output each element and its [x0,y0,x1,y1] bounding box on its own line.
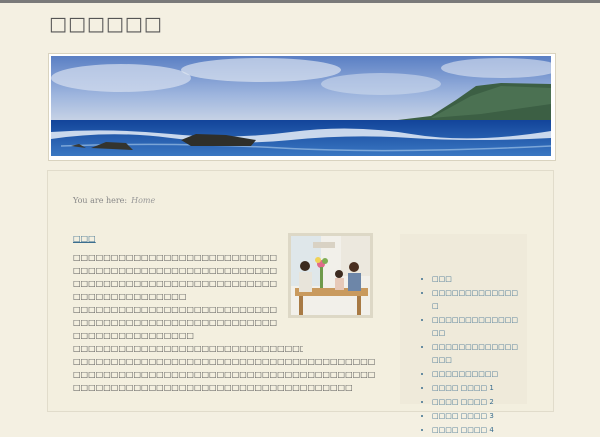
sidebar-link-1[interactable]: □□□ [432,272,524,286]
breadcrumb-home-link[interactable]: Home [131,196,155,205]
entry-paragraph-3: □□□□□□□□□□□□□□□□□□□□□□□□□□□□□□□ [73,344,303,353]
entry-paragraph-4: □□□□□□□□□□□□□□□□□□□□□□□□□□□□□□□□□□□□□□□□… [73,357,376,392]
sidebar-link-5[interactable]: □□□□□□□□□□ [432,367,524,381]
entry-paragraph-2: □□□□□□□□□□□□□□□□□□□□□□□□□□□□□□□□□□□□□□□□… [73,305,278,340]
sidebar-link-2[interactable]: □□□□□□□□□□□□□□ [432,286,524,313]
header-banner-image [48,53,556,161]
family-photo-image [291,236,370,315]
breadcrumb-prefix: You are here: [73,196,128,205]
sidebar: □□□ □□□□□□□□□□□□□□ □□□□□□□□□□□□□□□ □□□□□… [400,234,527,434]
site-title[interactable]: □□□□□□ [49,13,163,35]
sidebar-link-6[interactable]: □□□□ □□□□ 1 [432,381,524,395]
entry-paragraph-1: □□□□□□□□□□□□□□□□□□□□□□□□□□□□□□□□□□□□□□□□… [73,253,278,301]
entry-title[interactable]: □□□ [73,234,96,243]
top-bar [0,0,600,3]
family-photo [288,233,373,318]
sidebar-link-list: □□□ □□□□□□□□□□□□□□ □□□□□□□□□□□□□□□ □□□□□… [432,272,524,437]
breadcrumb: You are here: Home [73,196,155,205]
sidebar-link-9[interactable]: □□□□ □□□□ 4 [432,423,524,437]
sidebar-link-7[interactable]: □□□□ □□□□ 2 [432,395,524,409]
sidebar-link-4[interactable]: □□□□□□□□□□□□□□□□ [432,340,524,367]
seascape-image [51,56,551,156]
sidebar-link-8[interactable]: □□□□ □□□□ 3 [432,409,524,423]
sidebar-link-3[interactable]: □□□□□□□□□□□□□□□ [432,313,524,340]
